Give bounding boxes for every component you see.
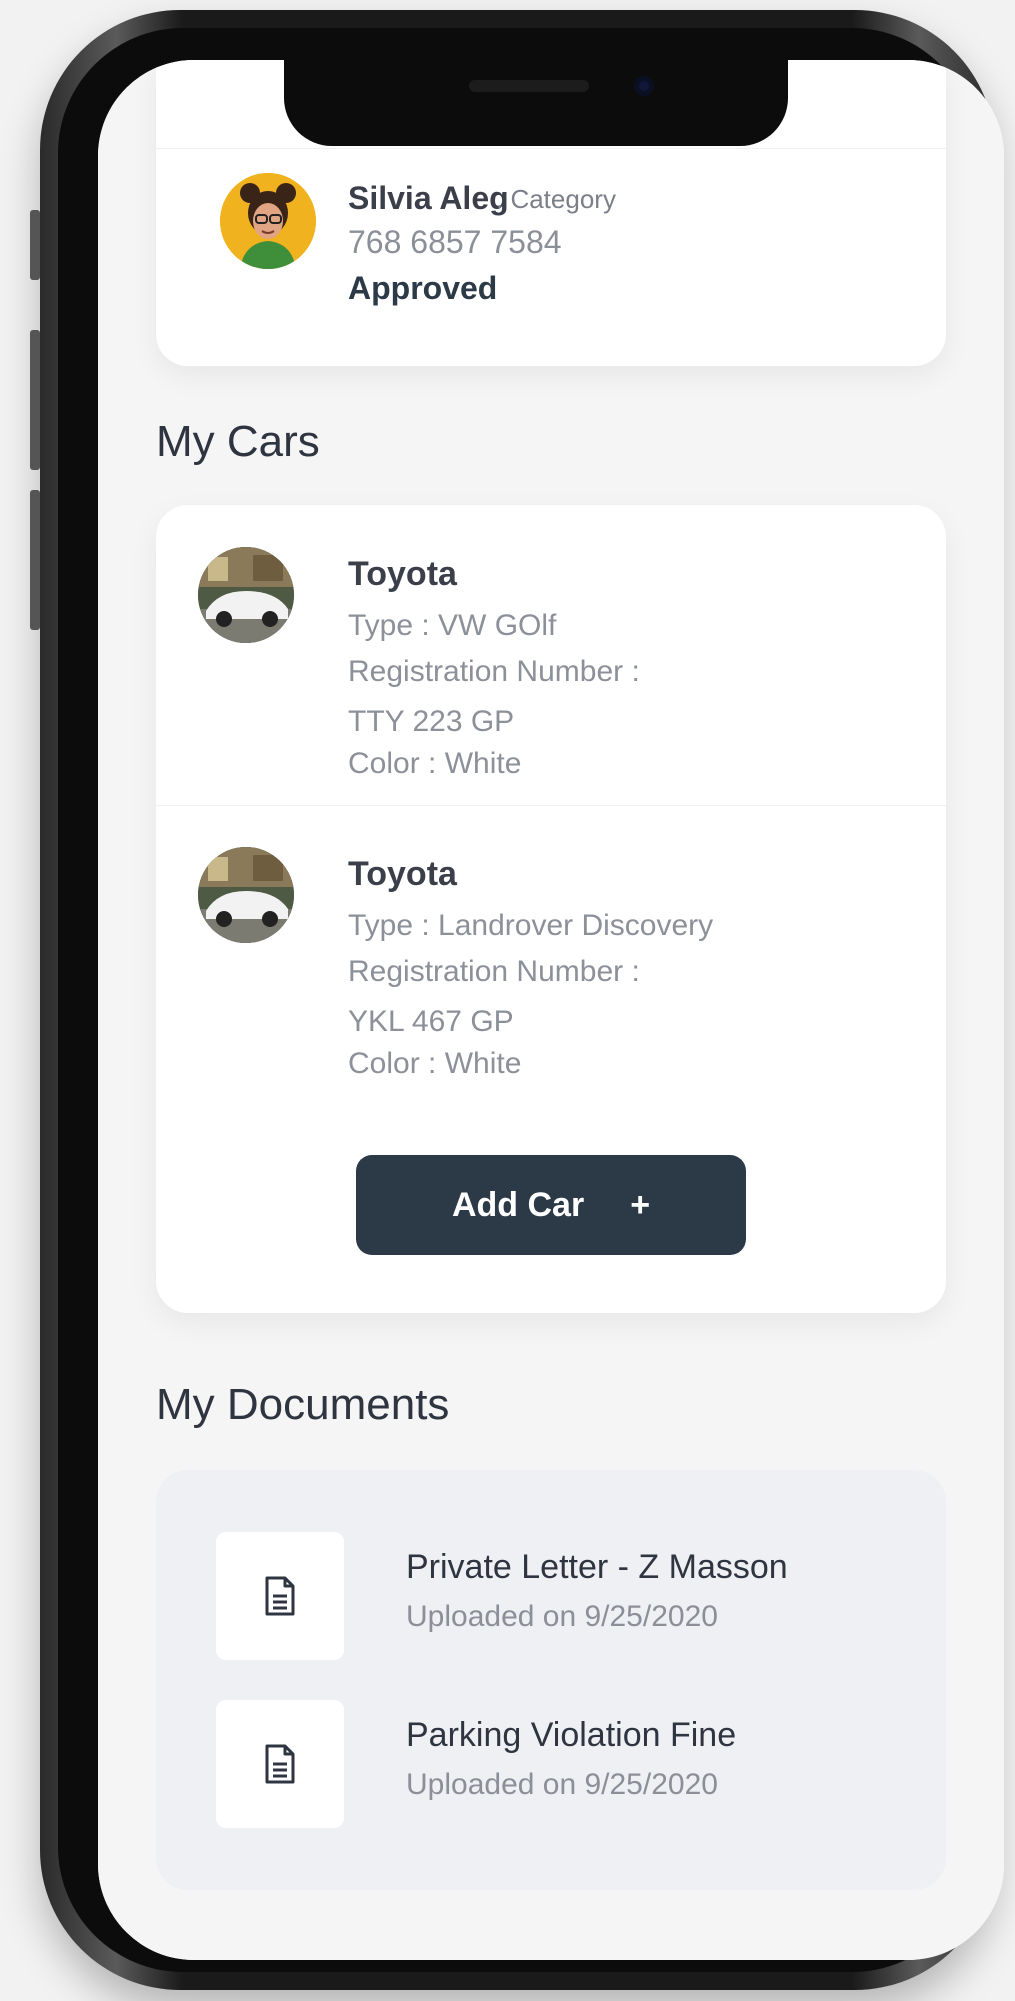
car-image: [198, 547, 294, 643]
divider: [156, 148, 946, 149]
car-type: Type : Landrover Discovery: [348, 909, 714, 942]
document-icon-box: [216, 1532, 344, 1660]
profile-name: Silvia Aleg: [348, 180, 509, 216]
add-car-button[interactable]: Add Car +: [356, 1155, 746, 1255]
documents-card: Private Letter - Z Masson Uploaded on 9/…: [156, 1470, 946, 1890]
my-cars-heading: My Cars: [156, 417, 320, 466]
car-color: Color : White: [348, 1047, 522, 1080]
front-camera: [634, 76, 654, 96]
car-type: Type : VW GOlf: [348, 609, 557, 642]
car-image: [198, 847, 294, 943]
divider: [156, 805, 946, 806]
document-icon-box: [216, 1700, 344, 1828]
phone-side-button: [30, 490, 40, 630]
car-title: Toyota: [348, 855, 457, 893]
my-documents-heading: My Documents: [156, 1380, 450, 1429]
phone-frame: Silvia Aleg . Category 768 6857 7584 App…: [30, 10, 1004, 1990]
document-upload-date: Uploaded on 9/25/2020: [406, 1768, 718, 1801]
app-content: Silvia Aleg . Category 768 6857 7584 App…: [98, 60, 1004, 1960]
car-photo: [198, 847, 294, 943]
avatar-illustration: [220, 173, 316, 269]
cars-card: Toyota Type : VW GOlf Registration Numbe…: [156, 505, 946, 1313]
phone-screen: Silvia Aleg . Category 768 6857 7584 App…: [98, 60, 1004, 1960]
profile-category: . Category: [496, 184, 616, 214]
car-photo: [198, 547, 294, 643]
avatar[interactable]: [220, 173, 316, 269]
car-registration-label: Registration Number :: [348, 955, 640, 988]
add-car-label: Add Car: [451, 1185, 585, 1224]
document-title: Private Letter - Z Masson: [406, 1548, 788, 1586]
car-title: Toyota: [348, 555, 457, 593]
document-upload-date: Uploaded on 9/25/2020: [406, 1600, 718, 1633]
car-color: Color : White: [348, 747, 522, 780]
car-registration-label: Registration Number :: [348, 655, 640, 688]
plus-icon: +: [630, 1185, 651, 1224]
phone-notch: [284, 60, 788, 146]
profile-phone: 768 6857 7584: [348, 224, 562, 260]
profile-status: Approved: [348, 270, 498, 306]
document-icon: [265, 1744, 295, 1784]
document-title: Parking Violation Fine: [406, 1716, 737, 1754]
car-registration-number: YKL 467 GP: [348, 1005, 514, 1038]
phone-side-button: [30, 330, 40, 470]
car-registration-number: TTY 223 GP: [348, 705, 515, 738]
document-icon: [265, 1576, 295, 1616]
phone-side-button: [30, 210, 40, 280]
speaker-grille: [469, 80, 589, 92]
